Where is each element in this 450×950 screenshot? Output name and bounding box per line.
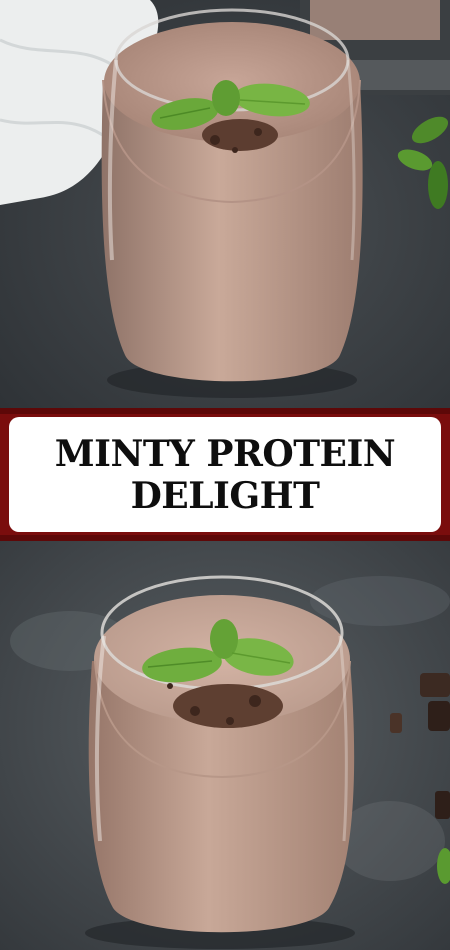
bottom-photo-illustration: [0, 541, 450, 950]
top-photo-illustration: [0, 0, 450, 408]
smoothie-glass: [85, 575, 355, 949]
bottom-photo: [0, 541, 450, 950]
title-card: MINTY PROTEIN DELIGHT: [9, 417, 441, 532]
title-banner: MINTY PROTEIN DELIGHT: [0, 408, 450, 541]
recipe-title-line-2: DELIGHT: [130, 474, 320, 517]
smoothie-glass: [101, 8, 363, 398]
top-photo: [0, 0, 450, 408]
recipe-title-line-1: MINTY PROTEIN: [54, 432, 396, 475]
recipe-title: MINTY PROTEIN DELIGHT: [54, 432, 396, 517]
